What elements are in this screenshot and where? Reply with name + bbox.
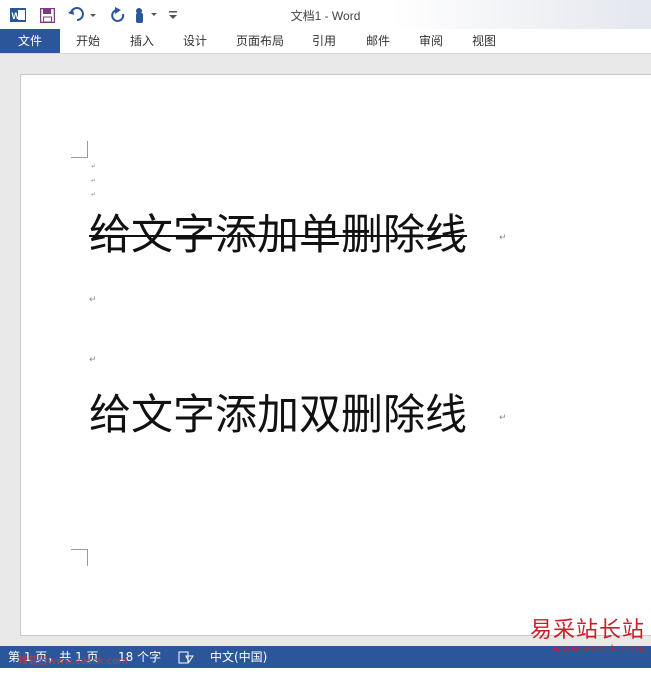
paragraph-mark: ↵ — [499, 233, 507, 243]
tab-view[interactable]: 视图 — [472, 29, 496, 53]
paragraph-mark: ↵ — [499, 413, 507, 423]
margin-corner-top — [71, 141, 88, 158]
tab-review[interactable]: 审阅 — [419, 29, 443, 53]
margin-corner-bottom — [71, 549, 88, 566]
document-area[interactable]: ↵ ↵ ↵ 给文字添加单删除线 ↵ ↵ ↵ 给文字添加双删除线 ↵ — [0, 54, 651, 646]
window-title: 文档1 - Word — [290, 9, 361, 23]
paragraph-mark: ↵ — [91, 177, 97, 184]
tab-references[interactable]: 引用 — [312, 29, 336, 53]
tab-insert[interactable]: 插入 — [130, 29, 154, 53]
tab-page-layout[interactable]: 页面布局 — [236, 29, 284, 53]
paragraph-mark: ↵ — [91, 163, 97, 170]
double-strikethrough-text[interactable]: 给文字添加双删除线 — [89, 390, 467, 439]
tab-design[interactable]: 设计 — [183, 29, 207, 53]
watermark-left: 转载自www.easck.com — [18, 656, 129, 667]
watermark-logo: 易采站长站 — [530, 618, 646, 643]
language[interactable]: 中文(中国) — [210, 646, 267, 668]
paragraph-mark: ↵ — [91, 191, 97, 198]
title-bar: W 文档1 - Word — [0, 0, 651, 29]
tab-file[interactable]: 文件 — [0, 29, 60, 53]
double-strikethrough-line[interactable]: 给文字添加双删除线 — [89, 381, 467, 442]
single-strikethrough-line[interactable]: 给文字添加单删除线 — [89, 201, 467, 262]
proofing-icon[interactable] — [178, 646, 196, 668]
single-strikethrough-text[interactable]: 给文字添加单删除线 — [89, 210, 467, 259]
document-page[interactable]: ↵ ↵ ↵ 给文字添加单删除线 ↵ ↵ ↵ 给文字添加双删除线 ↵ — [20, 74, 651, 636]
tab-home[interactable]: 开始 — [76, 29, 100, 53]
tab-mailings[interactable]: 邮件 — [366, 29, 390, 53]
ribbon-tabs: 文件 开始 插入 设计 页面布局 引用 邮件 审阅 视图 — [0, 29, 651, 54]
paragraph-mark: ↵ — [89, 355, 97, 365]
paragraph-mark: ↵ — [89, 295, 97, 305]
watermark-url: www.easck.com — [553, 644, 647, 655]
